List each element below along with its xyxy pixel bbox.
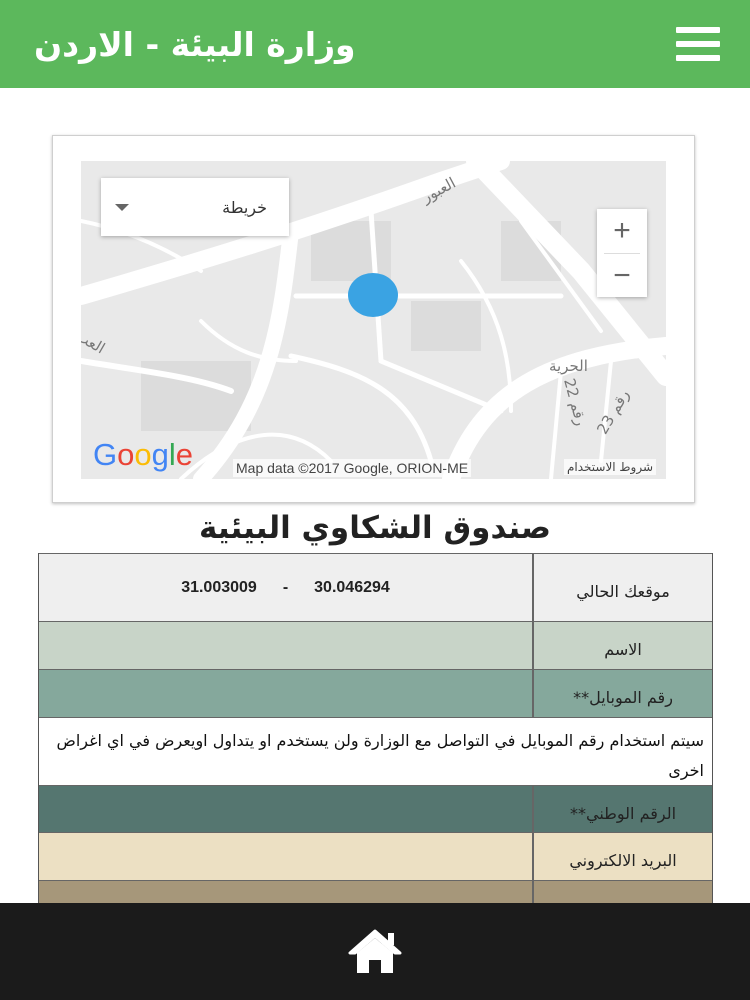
caret-down-icon (115, 203, 129, 211)
current-location-marker (348, 273, 398, 317)
latitude-value: 30.046294 (314, 578, 390, 596)
name-label: الاسم (604, 640, 642, 659)
coordinate-separator: - (282, 578, 289, 596)
home-icon[interactable] (347, 929, 403, 975)
name-input[interactable] (39, 622, 534, 669)
zoom-in-button[interactable]: + (597, 209, 647, 253)
map-frame: العبور الحرية رقم 22 رقم 23 العب خريطة +… (52, 135, 695, 503)
mobile-row: رقم الموبايل** (39, 669, 712, 717)
email-label: البريد الالكتروني (569, 851, 677, 870)
national-id-input[interactable] (39, 786, 534, 832)
map-view[interactable]: العبور الحرية رقم 22 رقم 23 العب خريطة +… (81, 161, 666, 479)
national-id-label: الرقم الوطني** (570, 803, 677, 823)
current-location-label: موقعك الحالي (576, 582, 670, 601)
national-id-row: الرقم الوطني** (39, 785, 712, 832)
page-title: صندوق الشكاوي البيئية (199, 510, 551, 546)
google-logo: Google (93, 437, 194, 472)
map-type-dropdown[interactable]: خريطة (101, 178, 289, 236)
complaint-form: 31.003009 - 30.046294 موقعك الحالي الاسم… (38, 553, 713, 906)
email-input[interactable] (39, 833, 534, 880)
app-title: وزارة البيئة - الاردن (34, 24, 356, 64)
street-label: الحرية (549, 357, 588, 375)
mobile-note: سيتم استخدام رقم الموبايل في التواصل مع … (39, 717, 712, 785)
bottom-bar (0, 903, 750, 1000)
email-row: البريد الالكتروني (39, 832, 712, 880)
zoom-out-button[interactable]: − (597, 254, 647, 298)
map-attribution: Map data ©2017 Google, ORION-ME (233, 459, 472, 477)
longitude-value: 31.003009 (181, 578, 257, 596)
name-row: الاسم (39, 621, 712, 669)
hamburger-menu-icon[interactable] (676, 27, 720, 61)
mobile-label: رقم الموبايل** (573, 688, 673, 707)
map-type-label: خريطة (222, 197, 267, 217)
app-header: وزارة البيئة - الاردن (0, 0, 750, 88)
zoom-control: + − (597, 209, 647, 297)
map-terms-link[interactable]: شروط الاستخدام (563, 459, 656, 475)
mobile-input[interactable] (39, 670, 534, 717)
current-location-row: 31.003009 - 30.046294 موقعك الحالي (39, 553, 712, 621)
coordinates-value: 31.003009 - 30.046294 (39, 554, 534, 621)
